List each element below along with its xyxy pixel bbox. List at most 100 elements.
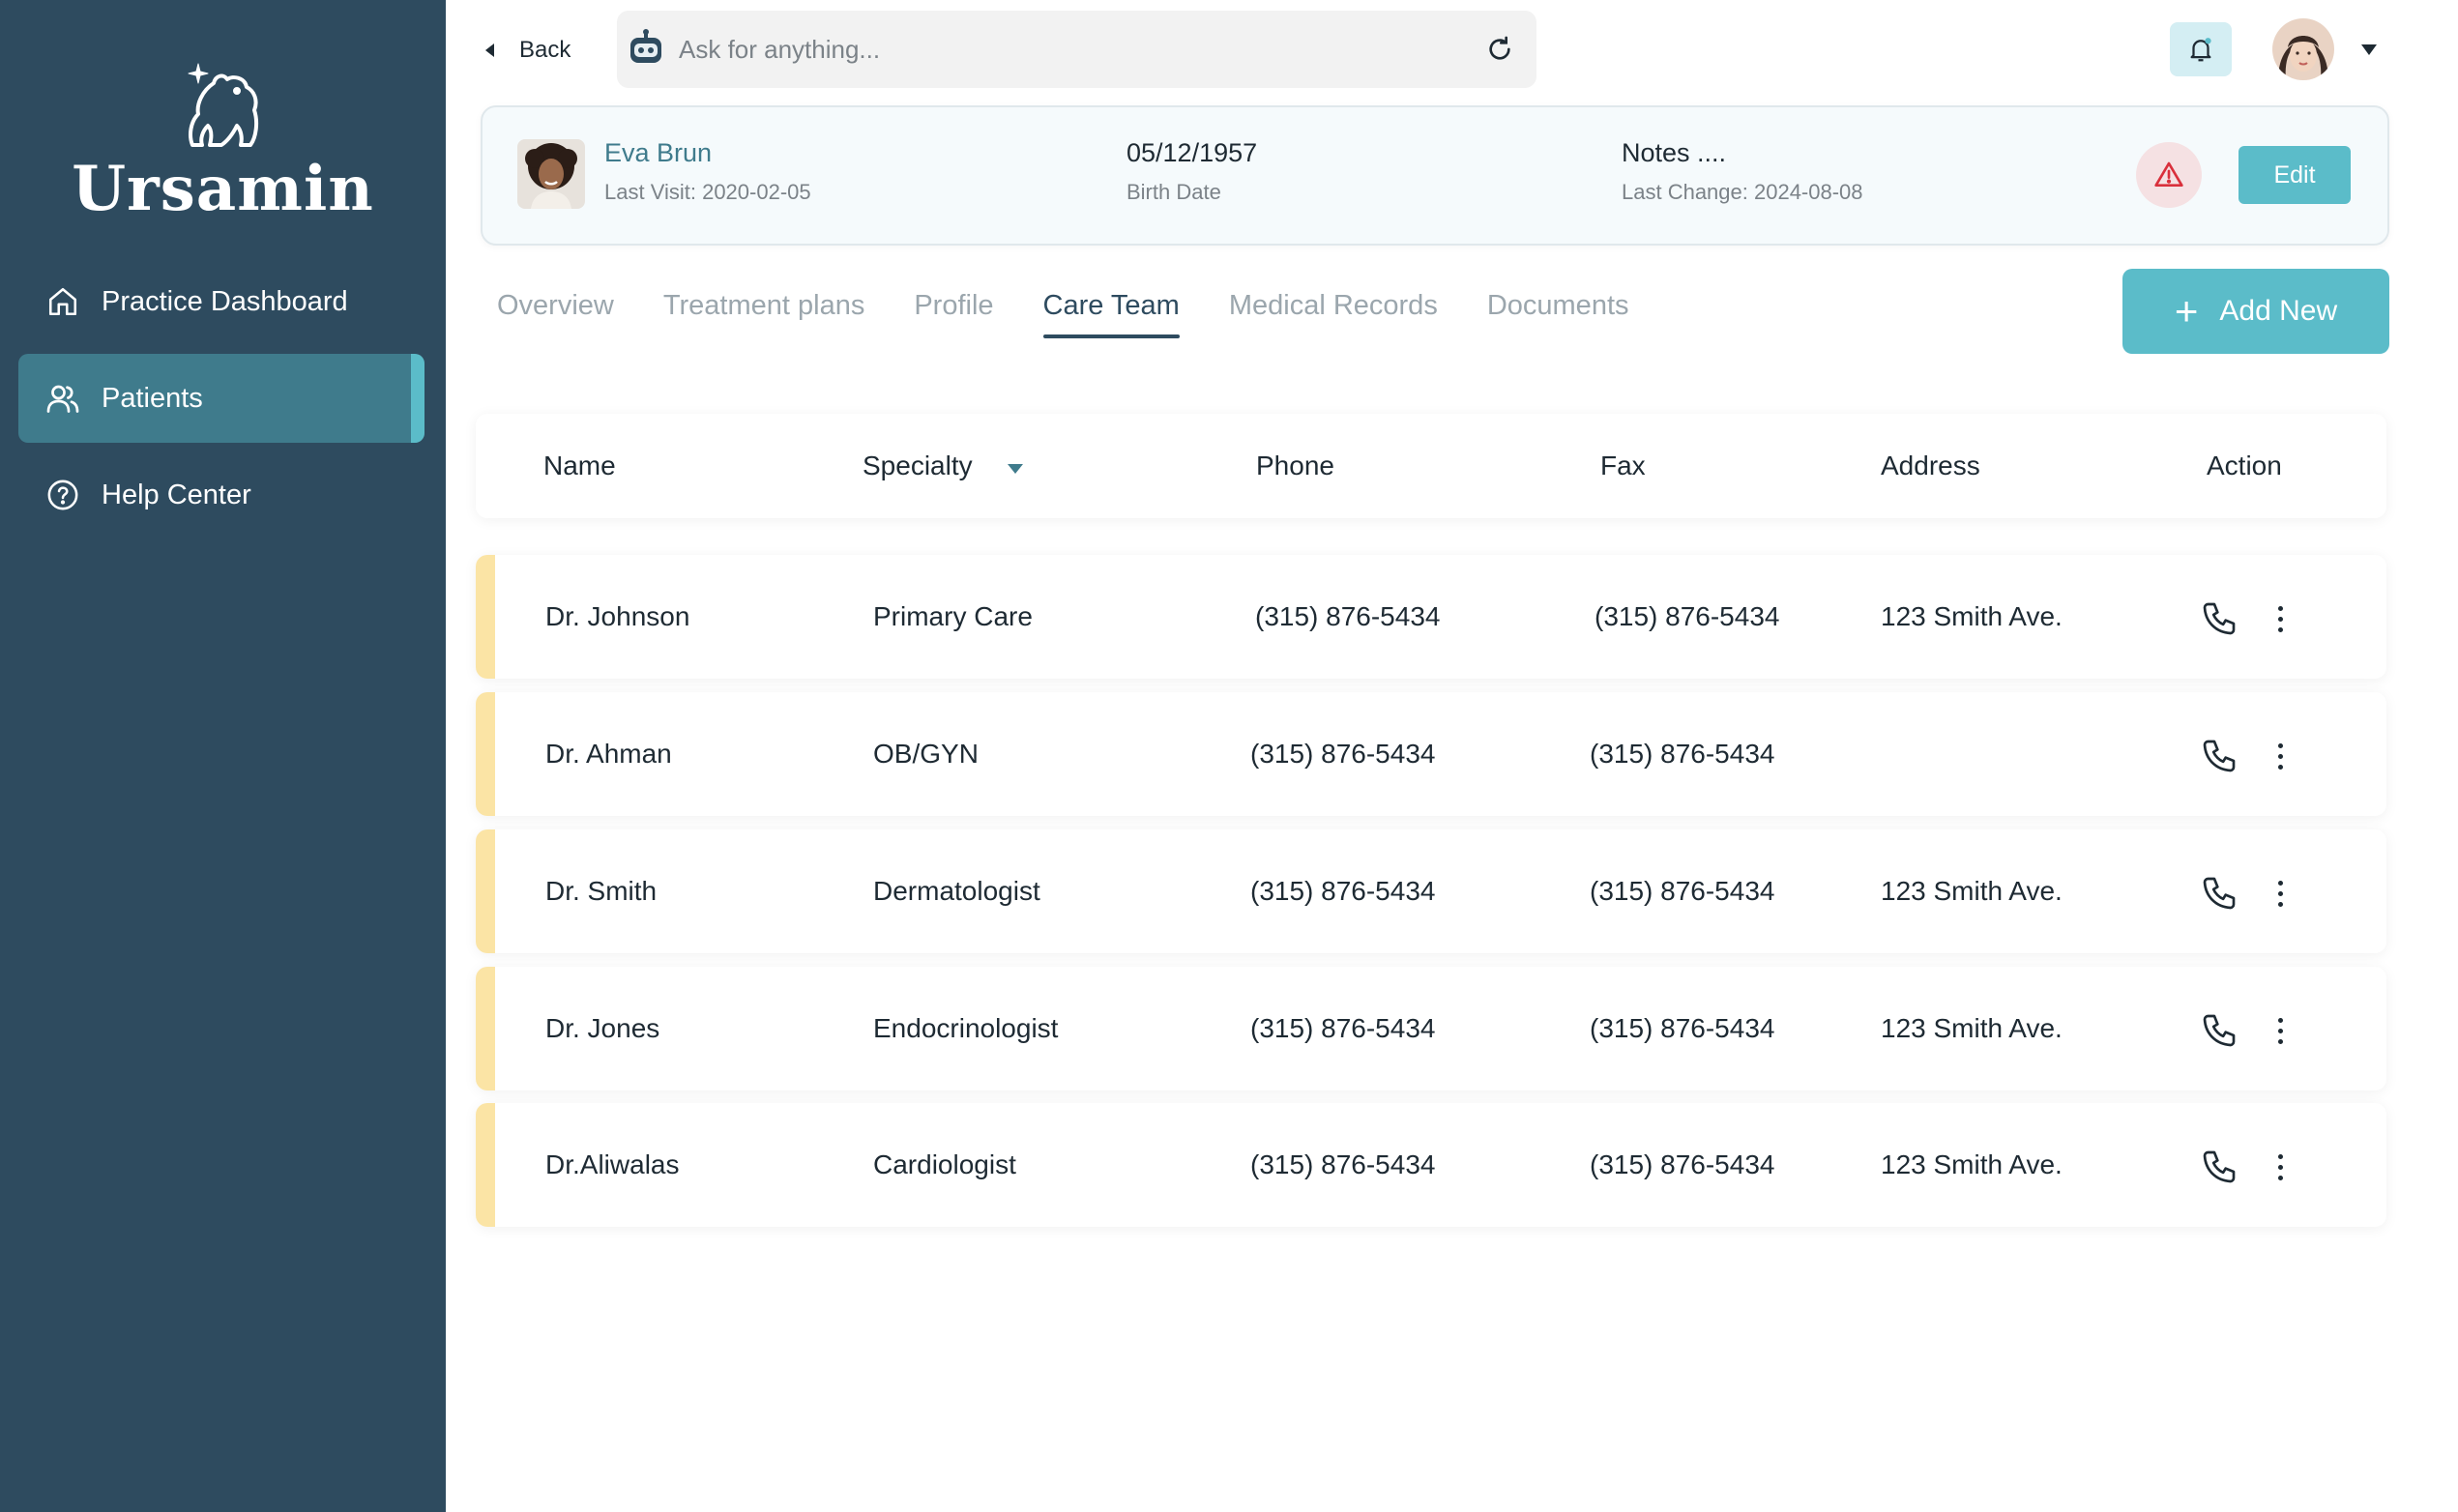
phone-icon[interactable] <box>2200 874 2239 913</box>
cell-specialty: OB/GYN <box>873 692 979 816</box>
cell-phone: (315) 876-5434 <box>1250 967 1435 1090</box>
column-header-label: Phone <box>1256 451 1334 481</box>
brand-logo[interactable]: Ursamin <box>0 58 446 225</box>
bell-icon <box>2186 35 2215 64</box>
tab-treatment-plans[interactable]: Treatment plans <box>663 290 864 338</box>
bear-logo-icon <box>177 58 270 151</box>
column-header-label: Address <box>1881 451 1980 481</box>
cell-phone: (315) 876-5434 <box>1250 1103 1435 1227</box>
brand-name: Ursamin <box>0 153 446 225</box>
more-vertical-icon[interactable] <box>2270 874 2290 913</box>
cell-specialty: Endocrinologist <box>873 967 1058 1090</box>
column-header-label: Action <box>2207 451 2282 481</box>
cell-name: Dr. Smith <box>545 829 657 953</box>
sidebar-item-patients[interactable]: Patients <box>18 354 424 443</box>
care-team-table-header: Name Specialty Phone Fax Address Action <box>476 414 2386 518</box>
patient-birth-date: 05/12/1957 <box>1127 138 1257 168</box>
birth-date-label: Birth Date <box>1127 180 1257 205</box>
users-icon <box>44 379 82 418</box>
back-label: Back <box>519 37 571 64</box>
tab-profile[interactable]: Profile <box>914 290 993 338</box>
column-header-name[interactable]: Name <box>543 414 616 518</box>
back-button[interactable]: Back <box>485 31 571 70</box>
plus-icon: + <box>2175 291 2199 332</box>
table-row[interactable]: Dr.Aliwalas Cardiologist (315) 876-5434 … <box>476 1103 2386 1227</box>
column-header-label: Specialty <box>863 451 973 481</box>
more-vertical-icon[interactable] <box>2270 737 2290 775</box>
patient-name-block: Eva Brun Last Visit: 2020-02-05 <box>604 138 811 205</box>
tab-care-team[interactable]: Care Team <box>1043 290 1180 338</box>
patient-summary-card: Eva Brun Last Visit: 2020-02-05 05/12/19… <box>481 105 2389 246</box>
chevron-down-icon[interactable] <box>2361 44 2377 55</box>
column-header-specialty[interactable]: Specialty <box>863 414 1023 518</box>
tab-overview[interactable]: Overview <box>497 290 614 338</box>
sidebar: Ursamin Practice Dashboard Patients Help… <box>0 0 446 1512</box>
caret-left-icon <box>485 44 494 57</box>
table-row[interactable]: Dr. Jones Endocrinologist (315) 876-5434… <box>476 967 2386 1090</box>
cell-fax: (315) 876-5434 <box>1590 1103 1774 1227</box>
patient-notes-block: Notes .... Last Change: 2024-08-08 <box>1622 138 1863 205</box>
phone-icon[interactable] <box>2200 1011 2239 1050</box>
notifications-button[interactable] <box>2170 22 2232 76</box>
phone-icon[interactable] <box>2200 737 2239 775</box>
home-icon <box>44 282 82 321</box>
cell-name: Dr.Aliwalas <box>545 1103 679 1227</box>
cell-address: 123 Smith Ave. <box>1881 555 2063 679</box>
ask-bar <box>617 11 1536 88</box>
cell-phone: (315) 876-5434 <box>1250 692 1435 816</box>
cell-fax: (315) 876-5434 <box>1590 829 1774 953</box>
search-input[interactable] <box>679 35 1484 65</box>
sidebar-item-label: Practice Dashboard <box>102 286 348 318</box>
column-header-action: Action <box>2207 414 2282 518</box>
cell-phone: (315) 876-5434 <box>1255 555 1440 679</box>
sidebar-item-label: Help Center <box>102 480 251 511</box>
add-new-label: Add New <box>2219 295 2337 328</box>
tab-documents[interactable]: Documents <box>1487 290 1629 338</box>
cell-address: 123 Smith Ave. <box>1881 1103 2063 1227</box>
column-header-phone[interactable]: Phone <box>1256 414 1334 518</box>
cell-specialty: Dermatologist <box>873 829 1040 953</box>
sort-caret-down-icon[interactable] <box>1008 464 1023 474</box>
patient-avatar-image <box>517 139 585 209</box>
user-avatar[interactable] <box>2272 18 2334 80</box>
cell-fax: (315) 876-5434 <box>1590 967 1774 1090</box>
column-header-label: Fax <box>1600 451 1646 481</box>
add-new-button[interactable]: + Add New <box>2122 269 2389 354</box>
robot-icon <box>625 28 667 71</box>
edit-button[interactable]: Edit <box>2239 146 2351 204</box>
sidebar-item-label: Patients <box>102 383 203 415</box>
user-avatar-image <box>2272 18 2334 80</box>
cell-fax: (315) 876-5434 <box>1595 555 1779 679</box>
cell-specialty: Cardiologist <box>873 1103 1016 1227</box>
table-row[interactable]: Dr. Ahman OB/GYN (315) 876-5434 (315) 87… <box>476 692 2386 816</box>
tab-bar: Overview Treatment plans Profile Care Te… <box>497 290 1679 338</box>
cell-address: 123 Smith Ave. <box>1881 967 2063 1090</box>
patient-birth-block: 05/12/1957 Birth Date <box>1127 138 1257 205</box>
sidebar-item-help-center[interactable]: Help Center <box>18 451 424 539</box>
cell-name: Dr. Ahman <box>545 692 672 816</box>
sidebar-item-practice-dashboard[interactable]: Practice Dashboard <box>18 257 424 346</box>
phone-icon[interactable] <box>2200 599 2239 638</box>
more-vertical-icon[interactable] <box>2270 1148 2290 1186</box>
phone-icon[interactable] <box>2200 1148 2239 1186</box>
help-circle-icon <box>44 476 82 514</box>
column-header-label: Name <box>543 451 616 481</box>
more-vertical-icon[interactable] <box>2270 1011 2290 1050</box>
tab-medical-records[interactable]: Medical Records <box>1229 290 1438 338</box>
patient-last-change: Last Change: 2024-08-08 <box>1622 180 1863 205</box>
column-header-address[interactable]: Address <box>1881 414 1980 518</box>
cell-fax: (315) 876-5434 <box>1590 692 1774 816</box>
more-vertical-icon[interactable] <box>2270 599 2290 638</box>
column-header-fax[interactable]: Fax <box>1600 414 1646 518</box>
patient-notes[interactable]: Notes .... <box>1622 138 1863 168</box>
cell-name: Dr. Johnson <box>545 555 689 679</box>
table-row[interactable]: Dr. Smith Dermatologist (315) 876-5434 (… <box>476 829 2386 953</box>
patient-name[interactable]: Eva Brun <box>604 138 811 168</box>
patient-avatar <box>517 139 585 209</box>
table-row[interactable]: Dr. Johnson Primary Care (315) 876-5434 … <box>476 555 2386 679</box>
refresh-icon[interactable] <box>1484 34 1515 65</box>
alert-button[interactable] <box>2136 142 2202 208</box>
cell-specialty: Primary Care <box>873 555 1033 679</box>
warning-triangle-icon <box>2153 160 2184 190</box>
cell-address: 123 Smith Ave. <box>1881 829 2063 953</box>
